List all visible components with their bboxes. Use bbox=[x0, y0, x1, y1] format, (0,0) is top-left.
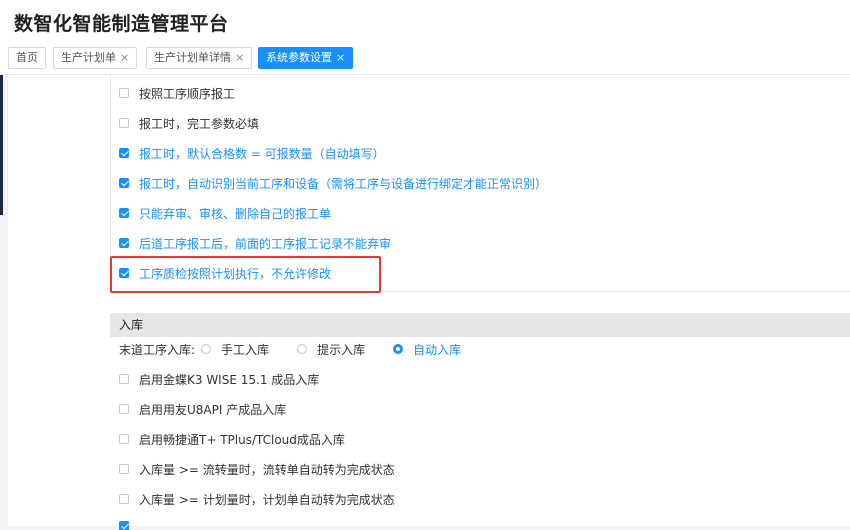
option-transfer-auto-complete[interactable]: 入库量 >= 流转量时，流转单自动转为完成状态 bbox=[119, 459, 395, 479]
checkbox[interactable] bbox=[119, 88, 129, 98]
option-label: 按照工序顺序报工 bbox=[139, 86, 236, 101]
section-title-warehousing: 入库 bbox=[110, 313, 850, 337]
option-label: 启用用友U8API 产成品入库 bbox=[139, 402, 287, 417]
option-report-in-sequence[interactable]: 按照工序顺序报工 bbox=[119, 83, 235, 103]
checkbox[interactable] bbox=[119, 178, 129, 188]
option-no-unapprove-after-next[interactable]: 后道工序报工后，前面的工序报工记录不能弃审 bbox=[119, 233, 391, 253]
tab-label: 首页 bbox=[16, 51, 38, 64]
checkbox[interactable] bbox=[119, 404, 129, 414]
radio-manual[interactable]: 手工入库 bbox=[201, 341, 269, 358]
app-title: 数智化智能制造管理平台 bbox=[14, 13, 229, 35]
checkbox[interactable] bbox=[119, 374, 129, 384]
tab-production-plan-detail[interactable]: 生产计划单详情 × bbox=[146, 47, 253, 69]
radio-button[interactable] bbox=[201, 344, 212, 354]
radio-auto[interactable]: 自动入库 bbox=[393, 341, 461, 358]
option-plan-auto-complete[interactable]: 入库量 >= 计划量时，计划单自动转为完成状态 bbox=[119, 489, 395, 509]
option-own-report-only[interactable]: 只能弃审、审核、删除自己的报工单 bbox=[119, 203, 331, 223]
tab-production-plan[interactable]: 生产计划单 × bbox=[53, 47, 138, 69]
radio-prompt[interactable]: 提示入库 bbox=[297, 341, 365, 358]
close-icon[interactable]: × bbox=[235, 51, 244, 64]
checkbox[interactable] bbox=[119, 208, 129, 218]
radio-button[interactable] bbox=[297, 344, 308, 354]
option-default-qualified-qty[interactable]: 报工时，默认合格数 = 可报数量（自动填写） bbox=[119, 143, 385, 163]
checkbox[interactable] bbox=[119, 494, 129, 504]
option-label: 入库量 >= 流转量时，流转单自动转为完成状态 bbox=[139, 462, 395, 477]
app-header: 数智化智能制造管理平台 bbox=[0, 0, 850, 42]
checkbox[interactable] bbox=[119, 148, 129, 158]
radio-label: 自动入库 bbox=[413, 342, 462, 357]
option-label: 入库量 >= 计划量时，计划单自动转为完成状态 bbox=[139, 492, 395, 507]
tab-system-settings[interactable]: 系统参数设置 × bbox=[258, 47, 354, 69]
option-yonyou-u8[interactable]: 启用用友U8API 产成品入库 bbox=[119, 399, 286, 419]
option-auto-identify-process-device[interactable]: 报工时，自动识别当前工序和设备（需将工序与设备进行绑定才能正常识别） bbox=[119, 173, 547, 193]
highlight-box bbox=[110, 256, 381, 293]
radio-label: 手工入库 bbox=[221, 342, 270, 357]
final-process-warehousing-radio-group: 末道工序入库: 手工入库 提示入库 自动入库 bbox=[119, 339, 489, 359]
checkbox[interactable] bbox=[119, 118, 129, 128]
close-icon[interactable]: × bbox=[120, 51, 129, 64]
option-label: 只能弃审、审核、删除自己的报工单 bbox=[139, 206, 332, 221]
option-partially-visible[interactable] bbox=[119, 520, 139, 530]
option-label: 报工时，完工参数必填 bbox=[139, 116, 260, 131]
tab-label: 系统参数设置 bbox=[266, 51, 332, 64]
radio-group-label: 末道工序入库: bbox=[119, 342, 196, 357]
option-label: 报工时，自动识别当前工序和设备（需将工序与设备进行绑定才能正常识别） bbox=[139, 176, 548, 191]
option-label: 后道工序报工后，前面的工序报工记录不能弃审 bbox=[139, 236, 392, 251]
checkbox[interactable] bbox=[119, 238, 129, 248]
sidebar-edge bbox=[0, 75, 3, 215]
option-completion-params-required[interactable]: 报工时，完工参数必填 bbox=[119, 113, 259, 133]
checkbox[interactable] bbox=[119, 434, 129, 444]
option-chanjet-tplus[interactable]: 启用畅捷通T+ TPlus/TCloud成品入库 bbox=[119, 429, 345, 449]
checkbox[interactable] bbox=[119, 464, 129, 474]
radio-label: 提示入库 bbox=[317, 342, 366, 357]
tab-home[interactable]: 首页 bbox=[8, 47, 46, 69]
option-label: 报工时，默认合格数 = 可报数量（自动填写） bbox=[139, 146, 385, 161]
radio-button[interactable] bbox=[393, 344, 404, 354]
close-icon[interactable]: × bbox=[336, 51, 345, 64]
option-label: 启用金蝶K3 WISE 15.1 成品入库 bbox=[139, 372, 320, 387]
tab-label: 生产计划单 bbox=[61, 51, 116, 64]
tab-label: 生产计划单详情 bbox=[154, 51, 231, 64]
option-label: 启用畅捷通T+ TPlus/TCloud成品入库 bbox=[139, 432, 345, 447]
option-kingdee-k3[interactable]: 启用金蝶K3 WISE 15.1 成品入库 bbox=[119, 369, 319, 389]
tab-bar: 首页 生产计划单 × 生产计划单详情 × 系统参数设置 × bbox=[0, 42, 850, 75]
